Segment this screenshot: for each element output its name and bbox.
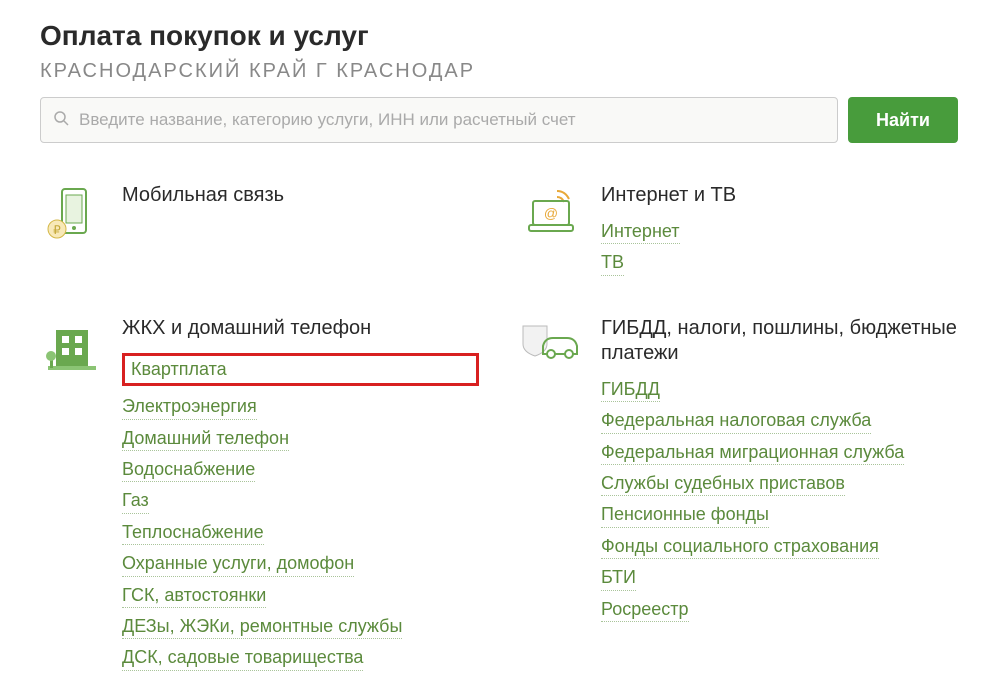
laptop-wifi-icon: @ — [519, 183, 583, 247]
page-title: Оплата покупок и услуг — [40, 20, 958, 52]
svg-text:@: @ — [544, 205, 558, 221]
region-subtitle: КРАСНОДАРСКИЙ КРАЙ Г КРАСНОДАР — [40, 60, 958, 83]
category-link[interactable]: Пенсионные фонды — [601, 503, 769, 527]
category-mobile: ₽ Мобильная связь — [40, 183, 479, 276]
shield-car-icon — [519, 316, 583, 380]
category-link[interactable]: ДСК, садовые товарищества — [122, 646, 363, 670]
category-title[interactable]: ЖКХ и домашний телефон — [122, 316, 479, 341]
category-link[interactable]: ГСК, автостоянки — [122, 584, 266, 608]
category-link[interactable]: Охранные услуги, домофон — [122, 552, 354, 576]
category-gibdd: ГИБДД, налоги, пошлины, бюджетные платеж… — [519, 316, 958, 671]
search-row: Найти — [40, 97, 958, 143]
category-link[interactable]: Федеральная миграционная служба — [601, 441, 904, 465]
category-link[interactable]: Домашний телефон — [122, 427, 289, 451]
category-link[interactable]: Теплоснабжение — [122, 521, 264, 545]
categories-grid: ₽ Мобильная связь @ Интернет и ТВ Интерн… — [40, 183, 958, 671]
category-link[interactable]: Газ — [122, 489, 149, 513]
phone-icon: ₽ — [40, 183, 104, 247]
category-link[interactable]: ГИБДД — [601, 378, 660, 402]
search-box[interactable] — [40, 97, 838, 143]
category-title[interactable]: Интернет и ТВ — [601, 183, 958, 208]
category-link[interactable]: Электроэнергия — [122, 395, 257, 419]
search-button[interactable]: Найти — [848, 97, 958, 143]
search-icon — [53, 110, 69, 131]
category-link[interactable]: Росреестр — [601, 598, 689, 622]
category-link[interactable]: Водоснабжение — [122, 458, 255, 482]
category-link[interactable]: Службы судебных приставов — [601, 472, 845, 496]
category-link[interactable]: ТВ — [601, 251, 624, 275]
category-link[interactable]: ДЕЗы, ЖЭКи, ремонтные службы — [122, 615, 402, 639]
svg-text:₽: ₽ — [53, 223, 61, 237]
category-link[interactable]: Интернет — [601, 220, 680, 244]
highlighted-link-box: Квартплата — [122, 353, 479, 386]
category-link[interactable]: БТИ — [601, 566, 636, 590]
category-zhkh: ЖКХ и домашний телефон Квартплата Электр… — [40, 316, 479, 671]
category-title[interactable]: ГИБДД, налоги, пошлины, бюджетные платеж… — [601, 316, 958, 366]
category-link-highlighted[interactable]: Квартплата — [131, 359, 227, 379]
house-icon — [40, 316, 104, 380]
search-input[interactable] — [79, 110, 825, 130]
category-title[interactable]: Мобильная связь — [122, 183, 479, 208]
category-link[interactable]: Фонды социального страхования — [601, 535, 879, 559]
category-internet: @ Интернет и ТВ Интернет ТВ — [519, 183, 958, 276]
category-link[interactable]: Федеральная налоговая служба — [601, 409, 871, 433]
